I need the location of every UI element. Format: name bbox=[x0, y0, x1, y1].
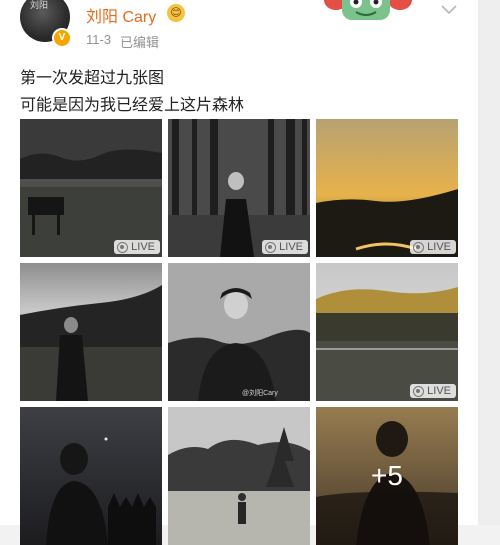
live-badge: LIVE bbox=[114, 240, 160, 254]
live-photo-icon bbox=[413, 385, 425, 397]
right-gutter bbox=[478, 0, 500, 525]
live-label: LIVE bbox=[427, 385, 451, 397]
photo-4[interactable] bbox=[20, 263, 162, 401]
live-photo-icon bbox=[413, 241, 425, 253]
photo-watermark: @刘阳Cary bbox=[242, 390, 278, 397]
chevron-down-icon[interactable] bbox=[440, 2, 460, 16]
photo-7[interactable] bbox=[20, 407, 162, 545]
username[interactable]: 刘阳 Cary bbox=[86, 3, 156, 27]
photo-6[interactable]: LIVE bbox=[316, 263, 458, 401]
verified-badge-icon: V bbox=[52, 28, 72, 48]
post-text-line-1: 第一次发超过九张图 bbox=[20, 70, 165, 87]
live-photo-icon bbox=[265, 241, 277, 253]
live-badge: LIVE bbox=[410, 384, 456, 398]
live-badge: LIVE bbox=[262, 240, 308, 254]
live-badge: LIVE bbox=[410, 240, 456, 254]
photo-5[interactable]: @刘阳Cary bbox=[168, 263, 310, 401]
more-images-count: +5 bbox=[316, 407, 458, 545]
edited-label: 已编辑 bbox=[120, 35, 160, 50]
photo-8[interactable] bbox=[168, 407, 310, 545]
weibo-post-card: 刘阳 V 刘阳 Cary 😊 11-3 已编辑 第一次发超过九张图 可能是因为我… bbox=[0, 0, 478, 545]
avatar-text: 刘阳 bbox=[30, 0, 49, 10]
photo-1[interactable]: LIVE bbox=[20, 119, 162, 257]
live-label: LIVE bbox=[131, 241, 155, 253]
photo-9[interactable]: +5 bbox=[316, 407, 458, 545]
photo-3[interactable]: LIVE bbox=[316, 119, 458, 257]
sticker-decoration bbox=[324, 0, 412, 20]
live-label: LIVE bbox=[279, 241, 303, 253]
photo-2[interactable]: LIVE bbox=[168, 119, 310, 257]
post-text-line-2: 可能是因为我已经爱上这片森林 bbox=[20, 97, 245, 114]
live-label: LIVE bbox=[427, 241, 451, 253]
emoji-badge-icon: 😊 bbox=[167, 4, 185, 22]
post-date[interactable]: 11-3 bbox=[86, 32, 111, 47]
live-photo-icon bbox=[117, 241, 129, 253]
